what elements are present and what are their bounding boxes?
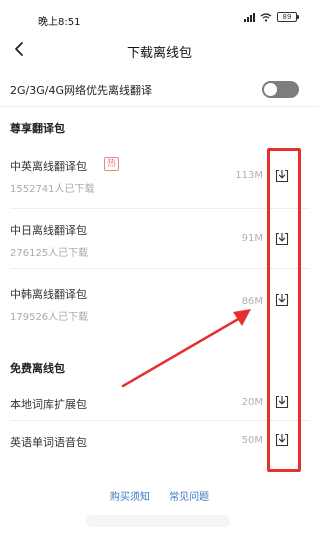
purchase-notice-link[interactable]: 购买须知 bbox=[110, 492, 150, 503]
package-size: 20M bbox=[241, 397, 263, 408]
signal-icon bbox=[244, 12, 255, 22]
section-title-premium: 尊享翻译包 bbox=[10, 122, 65, 135]
package-download-count: 1552741人已下载 bbox=[10, 184, 95, 195]
home-indicator bbox=[86, 515, 230, 527]
package-name: 中英离线翻译包 bbox=[10, 160, 87, 173]
status-time: 晚上8:51 bbox=[38, 17, 81, 28]
battery-icon: 89 bbox=[277, 12, 299, 22]
package-size: 91M bbox=[241, 233, 263, 244]
faq-link[interactable]: 常见问题 bbox=[169, 492, 209, 503]
divider bbox=[10, 208, 310, 209]
hot-badge: 热 bbox=[104, 157, 120, 171]
package-size: 86M bbox=[241, 296, 263, 307]
package-download-count: 276125人已下载 bbox=[10, 248, 89, 259]
package-download-count: 179526人已下载 bbox=[10, 312, 89, 323]
download-buttons-highlight bbox=[267, 148, 301, 472]
package-name: 中日离线翻译包 bbox=[10, 224, 87, 237]
divider bbox=[10, 268, 310, 269]
status-icons: 89 bbox=[244, 12, 299, 22]
divider bbox=[10, 420, 310, 421]
toggle-knob bbox=[264, 83, 277, 96]
package-size: 50M bbox=[241, 435, 263, 446]
divider bbox=[0, 106, 319, 107]
footer-links: 购买须知 常见问题 bbox=[0, 488, 319, 503]
network-priority-setting: 2G/3G/4G网络优先离线翻译 bbox=[0, 76, 319, 104]
status-bar: 晚上8:51 89 bbox=[0, 0, 319, 40]
page-title: 下载离线包 bbox=[126, 46, 192, 61]
app-header: 下载离线包 bbox=[0, 38, 319, 64]
package-name: 中韩离线翻译包 bbox=[10, 288, 87, 301]
wifi-icon bbox=[260, 12, 272, 22]
network-priority-label: 2G/3G/4G网络优先离线翻译 bbox=[10, 84, 152, 97]
section-title-free: 免费离线包 bbox=[10, 362, 65, 375]
package-name: 英语单词语音包 bbox=[10, 436, 87, 449]
package-name: 本地词库扩展包 bbox=[10, 398, 87, 411]
network-priority-toggle[interactable] bbox=[262, 81, 299, 98]
package-size: 113M bbox=[235, 170, 263, 181]
